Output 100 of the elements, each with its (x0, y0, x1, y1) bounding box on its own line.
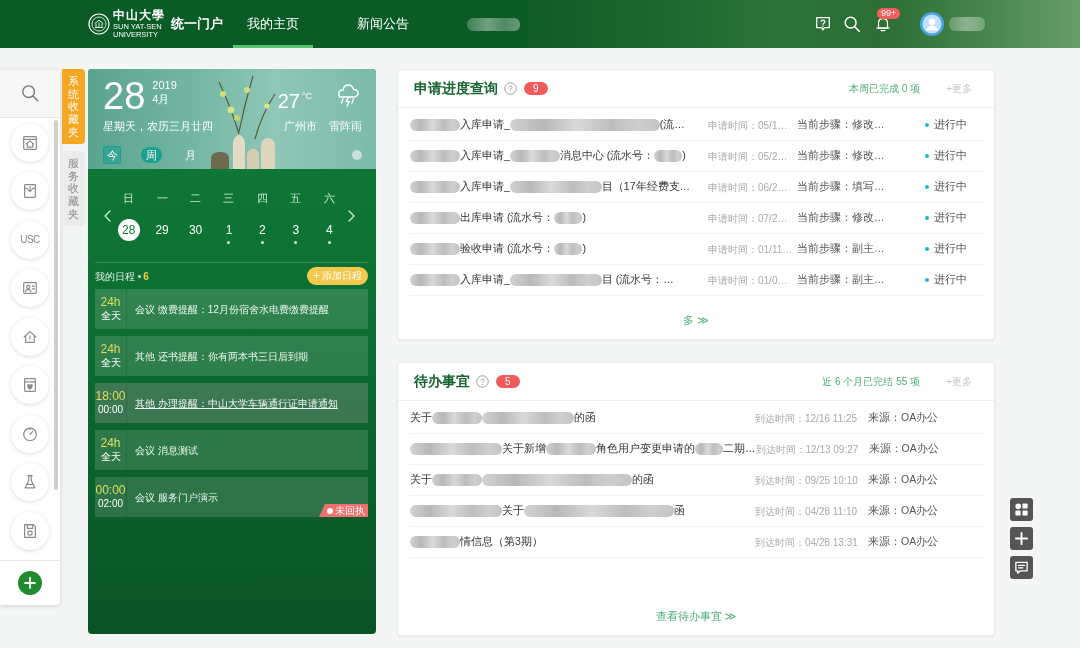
summary-text: 近 6 个月已完结 55 项 (822, 375, 921, 388)
status-dot-icon (925, 216, 929, 220)
blurred-block (554, 243, 583, 255)
sidebar-shortcut-button[interactable]: USC (11, 220, 49, 259)
count-badge: 9 (524, 82, 548, 95)
event-title: 会议 缴费提醒：12月份宿舍水电费缴费提醒 (134, 302, 329, 316)
event-time: 24h (100, 296, 121, 310)
source-text: 来源：OA办公 (868, 411, 939, 425)
arrival-time: 到达时间：12/16 11:25 (755, 411, 859, 425)
event-title: 其他 还书提醒：你有两本书三日后到期 (134, 349, 308, 363)
favorites-tab[interactable]: 服务收藏夹 (62, 151, 85, 227)
previous-week-button[interactable] (102, 208, 112, 223)
sidebar-shortcut-button[interactable] (11, 511, 49, 550)
blurred-block (410, 274, 460, 286)
event-time: 24h (100, 343, 121, 357)
avatar-icon[interactable] (920, 12, 944, 36)
nav-tab[interactable]: 新闻公告 (343, 0, 423, 48)
sidebar-shortcut-button[interactable] (11, 172, 49, 211)
status-dot-icon (925, 278, 929, 282)
event-title: 会议 消息测试 (134, 443, 198, 457)
sidebar-shortcut-button[interactable] (11, 414, 49, 453)
status-text: 进行中 (934, 211, 967, 225)
next-week-button[interactable] (346, 208, 356, 223)
schedule-event[interactable]: 24h 全天 会议 缴费提醒：12月份宿舍水电费缴费提醒 (95, 289, 368, 329)
apps-button[interactable] (1010, 498, 1033, 521)
title-text: (流… (659, 118, 685, 132)
title-text: ) (682, 149, 686, 163)
request-time: 申请时间：01/11… (708, 242, 794, 256)
count-badge: 5 (496, 375, 520, 388)
date-cell[interactable]: 29 (151, 219, 174, 241)
nav-tab[interactable]: 我的主页 (233, 0, 313, 48)
request-time: 申请时间：05/2… (708, 149, 789, 163)
status-text: 进行中 (934, 242, 967, 256)
add-button[interactable] (1010, 527, 1033, 550)
event-title: 会议 服务门户演示 (134, 490, 218, 504)
date-cell[interactable]: 3 (284, 219, 307, 241)
title-text: 入库申请_ (460, 273, 510, 287)
weekday-label: 四 (255, 191, 269, 206)
current-step: 当前步骤：副主… (797, 242, 917, 256)
status-dot-icon (925, 247, 929, 251)
weather-text: 雷阵雨 (329, 119, 362, 133)
sidebar-shortcut-button[interactable] (11, 317, 49, 356)
today-button[interactable]: 今 (103, 146, 121, 164)
title-text: 出库申请 (流水号： (460, 211, 555, 225)
schedule-event[interactable]: 24h 全天 会议 消息测试 (95, 430, 368, 470)
date-cell[interactable]: 28 (117, 219, 140, 241)
view-todos-link[interactable]: 查看待办事宜 ≫ (655, 609, 737, 622)
date-cell[interactable]: 30 (184, 219, 207, 241)
blurred-block (509, 150, 560, 162)
help-icon[interactable] (814, 15, 832, 33)
weekday-label: 三 (222, 191, 236, 206)
event-duration: 00:00 (98, 403, 123, 416)
search-icon[interactable] (21, 84, 39, 103)
sidebar-shortcut-button[interactable] (11, 123, 49, 162)
notification-count-badge: 99+ (877, 8, 901, 19)
date-cell[interactable]: 1 (218, 219, 240, 241)
schedule-count: 6 (143, 269, 149, 283)
month-text: 4月 (152, 92, 171, 106)
blurred-block (654, 150, 683, 162)
add-button[interactable] (18, 571, 42, 595)
weekday-label: 五 (289, 191, 303, 206)
panel-title: 申请进度查询 (414, 79, 498, 98)
title-text: 情信息（第3期） (460, 535, 543, 549)
status-dot-icon (925, 123, 929, 127)
plus-icon (24, 577, 36, 589)
title-text: 验收申请 (流水号： (460, 242, 555, 256)
portal-title: 统一门户 (171, 15, 223, 33)
view-toggle[interactable]: 周 (141, 147, 162, 163)
title-text: 函 (674, 504, 685, 518)
title-text: 消息中心 (流水号： (559, 149, 655, 163)
date-cell[interactable]: 2 (251, 219, 274, 241)
dot-icon (327, 507, 333, 514)
schedule-event[interactable]: 24h 全天 其他 还书提醒：你有两本书三日后到期 (95, 336, 368, 376)
blurred-block (410, 536, 460, 548)
title-text: 关于 (410, 411, 432, 425)
event-duration: 02:00 (98, 497, 123, 510)
dot-icon[interactable] (352, 150, 362, 160)
schedule-title: 我的日程 • (95, 269, 142, 283)
title-text: 入库申请_ (460, 180, 510, 194)
sidebar-shortcut-button[interactable] (11, 366, 49, 405)
date-cell[interactable]: 4 (318, 219, 341, 241)
current-step: 当前步骤：修改… (797, 149, 917, 163)
search-icon[interactable] (843, 15, 861, 33)
status-dot-icon (925, 185, 929, 189)
event-time: 18:00 (95, 390, 126, 404)
day-number: 28 (103, 77, 146, 115)
feedback-button[interactable] (1010, 556, 1033, 579)
event-duration: 全天 (100, 450, 121, 463)
event-duration: 全天 (100, 356, 121, 369)
status-text: 进行中 (934, 273, 967, 287)
title-text: 二期… (723, 442, 756, 456)
blurred-block (695, 443, 723, 455)
temperature-text: 27 (277, 91, 300, 111)
sidebar-shortcut-button[interactable] (11, 269, 49, 308)
view-more-link[interactable]: 多 ≫ (683, 313, 709, 326)
scrollbar[interactable] (54, 119, 58, 490)
sidebar-shortcut-button[interactable] (11, 463, 49, 502)
status-text: 进行中 (934, 118, 967, 132)
current-step: 当前步骤：副主… (797, 273, 917, 287)
panel-title: 待办事宜 (414, 372, 470, 391)
